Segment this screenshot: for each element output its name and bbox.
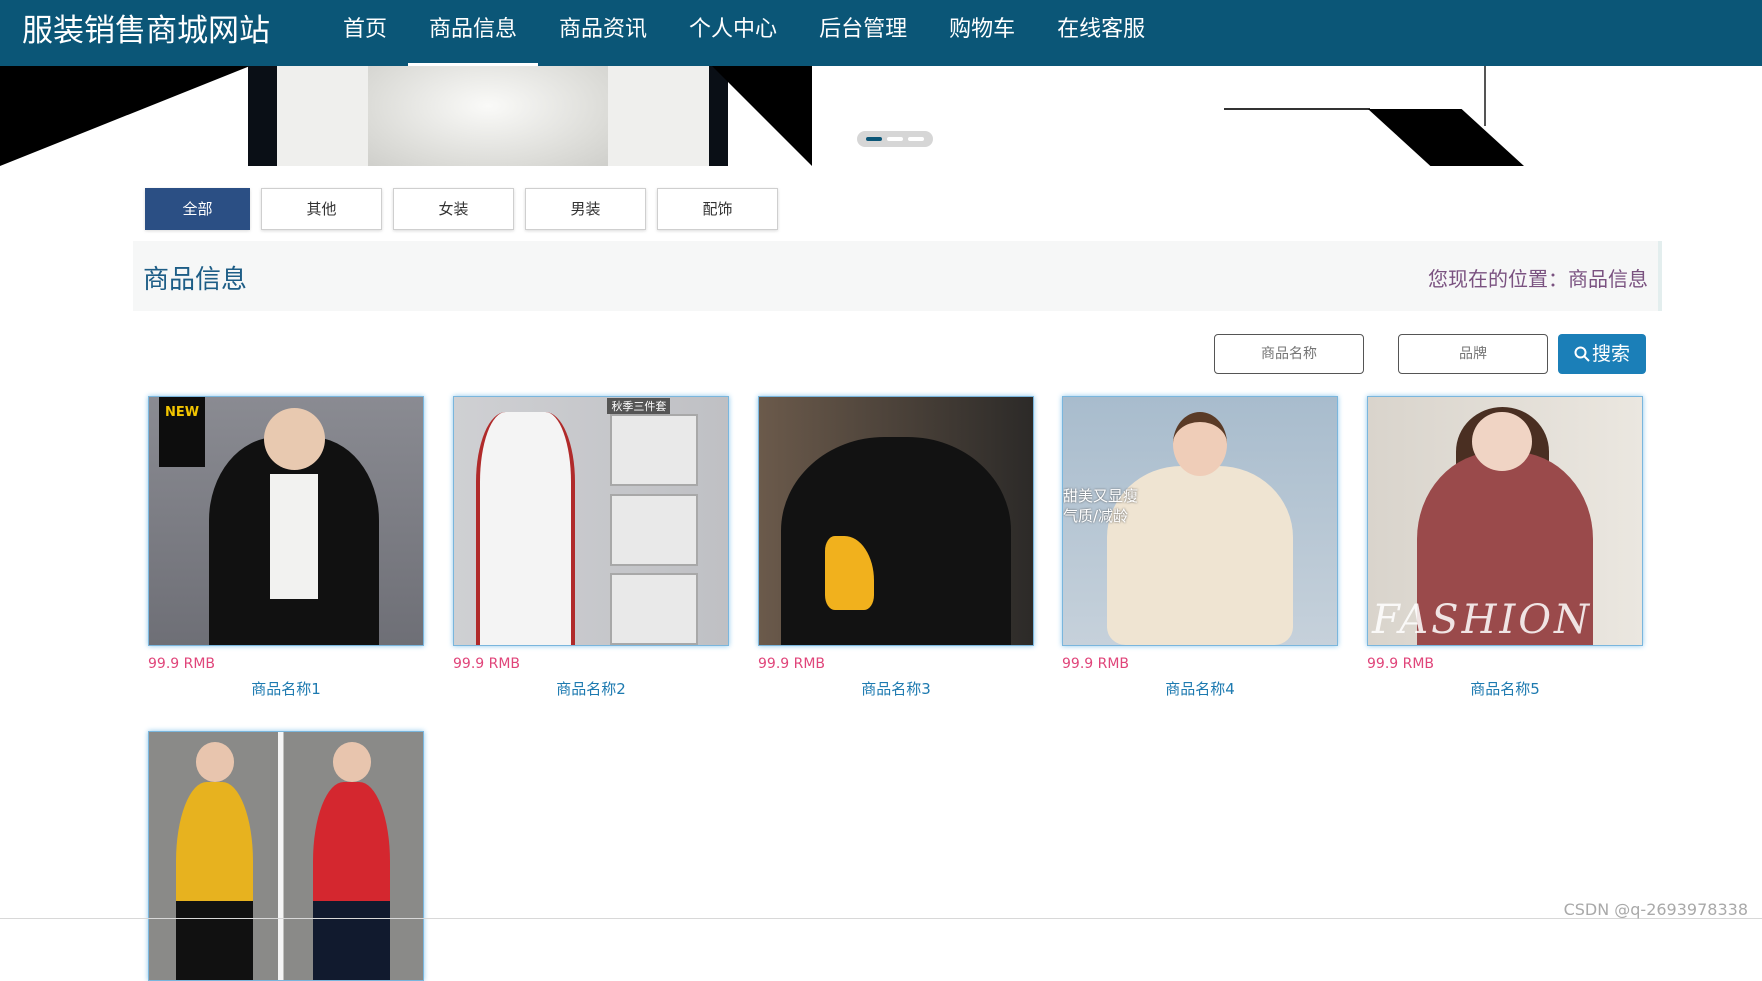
banner-decor-mid <box>712 66 812 166</box>
main-nav: 首页 商品信息 商品资讯 个人中心 后台管理 购物车 在线客服 <box>322 0 1166 66</box>
product-image-watermark: FASHION <box>1372 597 1593 643</box>
new-badge: NEW <box>159 397 205 467</box>
product-name[interactable]: 商品名称3 <box>758 678 1034 699</box>
search-button-label: 搜索 <box>1591 343 1630 365</box>
banner-decor-line <box>1224 108 1370 110</box>
product-price: 99.9 RMB <box>1367 656 1435 672</box>
csdn-watermark: CSDN @q-2693978338 <box>1563 900 1748 919</box>
carousel-dot-1[interactable] <box>866 137 882 141</box>
search-button[interactable]: 搜索 <box>1558 334 1646 374</box>
category-tabs: 全部 其他 女装 男装 配饰 <box>145 188 778 230</box>
banner-carousel[interactable] <box>0 66 1762 166</box>
product-image-caption-line: 甜美又显瘦 <box>1063 487 1139 506</box>
product-image-caption: 甜美又显瘦 气质/减龄 <box>1063 486 1138 526</box>
product-photo-face <box>195 741 234 782</box>
product-card[interactable] <box>148 731 424 981</box>
product-name[interactable]: 商品名称5 <box>1367 678 1643 699</box>
product-card[interactable]: FASHION 99.9 RMB 商品名称5 <box>1367 396 1643 699</box>
product-image-label: 秋季三件套 <box>607 398 671 414</box>
category-men[interactable]: 男装 <box>525 188 646 230</box>
product-card[interactable]: 甜美又显瘦 气质/减龄 99.9 RMB 商品名称4 <box>1062 396 1338 699</box>
banner-decor-shape <box>1368 109 1524 166</box>
product-photo-figure <box>780 436 1012 645</box>
carousel-dot-2[interactable] <box>887 137 903 141</box>
brand-input[interactable] <box>1398 334 1548 374</box>
product-image[interactable]: 甜美又显瘦 气质/减龄 <box>1062 396 1338 646</box>
product-detail-box <box>610 573 698 645</box>
breadcrumb: 您现在的位置：商品信息 <box>1428 267 1648 291</box>
top-navbar: 服装销售商城网站 首页 商品信息 商品资讯 个人中心 后台管理 购物车 在线客服 <box>0 0 1762 66</box>
nav-products[interactable]: 商品信息 <box>408 0 539 66</box>
product-detail-box <box>610 493 698 566</box>
nav-profile[interactable]: 个人中心 <box>668 0 798 66</box>
product-image[interactable]: 秋季三件套 <box>453 396 729 646</box>
carousel-dot-3[interactable] <box>908 137 924 141</box>
page-title: 商品信息 <box>143 265 248 295</box>
product-detail-box <box>610 414 698 487</box>
banner-decor-left <box>0 66 250 166</box>
category-women[interactable]: 女装 <box>393 188 514 230</box>
search-icon <box>1574 346 1590 362</box>
nav-support[interactable]: 在线客服 <box>1036 0 1166 66</box>
product-photo-figure <box>475 411 575 645</box>
category-other[interactable]: 其他 <box>261 188 382 230</box>
product-name-input[interactable] <box>1214 334 1364 374</box>
product-name[interactable]: 商品名称1 <box>148 678 424 699</box>
product-card[interactable]: NEW 99.9 RMB 商品名称1 <box>148 396 424 699</box>
nav-cart[interactable]: 购物车 <box>928 0 1036 66</box>
product-price: 99.9 RMB <box>453 656 521 672</box>
product-image-caption-line: 气质/减龄 <box>1063 507 1129 526</box>
nav-home[interactable]: 首页 <box>322 0 408 66</box>
product-price: 99.9 RMB <box>1062 656 1130 672</box>
category-all[interactable]: 全部 <box>145 188 250 230</box>
banner-decor-line-vertical <box>1484 66 1486 126</box>
category-accessories[interactable]: 配饰 <box>657 188 778 230</box>
product-card[interactable]: 99.9 RMB 商品名称3 <box>758 396 1034 699</box>
product-price: 99.9 RMB <box>758 656 826 672</box>
product-photo-figure <box>313 781 391 980</box>
product-name[interactable]: 商品名称2 <box>453 678 729 699</box>
nav-news[interactable]: 商品资讯 <box>538 0 668 66</box>
product-image[interactable] <box>758 396 1034 646</box>
carousel-indicators <box>857 131 933 147</box>
product-photo-face <box>332 741 371 782</box>
product-image[interactable]: FASHION <box>1367 396 1643 646</box>
product-card[interactable]: 秋季三件套 99.9 RMB 商品名称2 <box>453 396 729 699</box>
product-image[interactable]: NEW <box>148 396 424 646</box>
site-brand[interactable]: 服装销售商城网站 <box>22 11 270 51</box>
product-photo-figure <box>176 781 254 980</box>
product-image[interactable] <box>148 731 424 981</box>
product-price: 99.9 RMB <box>148 656 216 672</box>
page-bottom-divider <box>0 918 1762 919</box>
page-title-bar: 商品信息 您现在的位置：商品信息 <box>133 241 1662 311</box>
product-photo-figure <box>209 407 380 645</box>
nav-admin[interactable]: 后台管理 <box>798 0 928 66</box>
product-name[interactable]: 商品名称4 <box>1062 678 1338 699</box>
banner-image <box>248 66 728 166</box>
